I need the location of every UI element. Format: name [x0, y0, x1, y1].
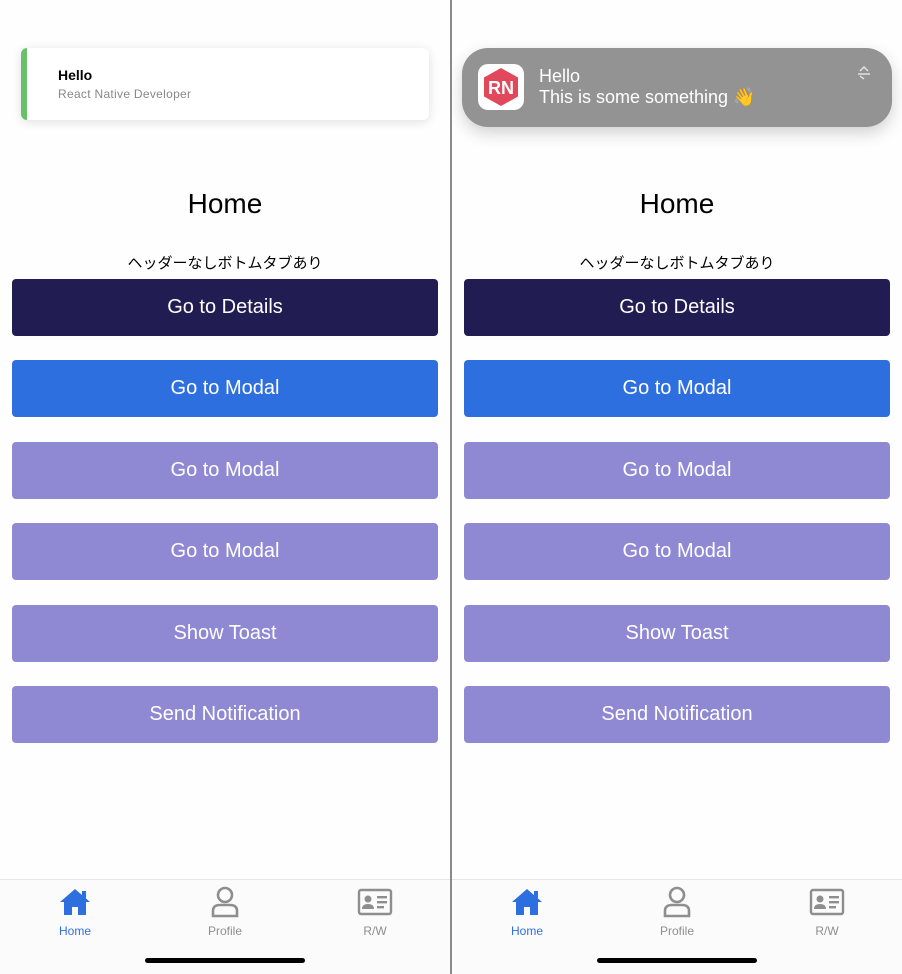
push-notification[interactable]: RN Hello This is some something 👋: [462, 48, 892, 127]
tab-home[interactable]: Home: [477, 886, 577, 944]
screens-comparison: Hello React Native Developer Home ヘッダーなし…: [0, 0, 902, 974]
page-title: Home: [187, 188, 263, 219]
notification-body: This is some something 👋: [539, 87, 756, 107]
tab-rw-label: R/W: [815, 924, 839, 938]
tab-profile-label: Profile: [207, 924, 242, 938]
react-native-app-icon: RN: [478, 64, 524, 110]
go-to-modal-button[interactable]: Go to Modal: [12, 360, 438, 417]
tab-profile[interactable]: Profile: [627, 886, 727, 944]
home-indicator[interactable]: [597, 958, 757, 963]
go-to-modal-button-3[interactable]: Go to Modal: [12, 523, 438, 580]
home-icon: [60, 889, 90, 915]
expand-icon[interactable]: [856, 66, 872, 80]
send-notification-button[interactable]: Send Notification: [12, 686, 438, 743]
tab-home[interactable]: Home: [25, 886, 125, 944]
tab-rw[interactable]: R/W: [325, 886, 425, 944]
right-screen: RN Hello This is some something 👋 Home ヘ…: [452, 0, 902, 974]
go-to-details-button[interactable]: Go to Details: [12, 279, 438, 336]
tab-home-label: Home: [58, 924, 91, 938]
go-to-modal-button-3[interactable]: Go to Modal: [464, 523, 890, 580]
page-title: Home: [639, 188, 715, 219]
toast-accent-bar: [21, 48, 27, 120]
tab-profile[interactable]: Profile: [175, 886, 275, 944]
home-indicator[interactable]: [145, 958, 305, 963]
home-icon: [512, 889, 542, 915]
go-to-modal-button-2[interactable]: Go to Modal: [12, 442, 438, 499]
page-subtitle: ヘッダーなしボトムタブあり: [127, 255, 323, 272]
left-screen: Hello React Native Developer Home ヘッダーなし…: [0, 0, 450, 974]
app-icon-text: RN: [488, 78, 514, 98]
tab-profile-label: Profile: [659, 924, 694, 938]
show-toast-button[interactable]: Show Toast: [12, 605, 438, 662]
toast-title: Hello: [58, 67, 93, 83]
id-card-icon: [809, 888, 845, 916]
send-notification-button[interactable]: Send Notification: [464, 686, 890, 743]
toast[interactable]: Hello React Native Developer: [21, 48, 429, 120]
notification-title: Hello: [539, 66, 581, 86]
go-to-modal-button[interactable]: Go to Modal: [464, 360, 890, 417]
toast-subtitle: React Native Developer: [58, 87, 192, 101]
show-toast-button[interactable]: Show Toast: [464, 605, 890, 662]
tab-rw-label: R/W: [363, 924, 387, 938]
go-to-details-button[interactable]: Go to Details: [464, 279, 890, 336]
tab-home-label: Home: [510, 924, 543, 938]
profile-icon: [663, 886, 691, 918]
page-subtitle: ヘッダーなしボトムタブあり: [579, 255, 775, 272]
go-to-modal-button-2[interactable]: Go to Modal: [464, 442, 890, 499]
id-card-icon: [357, 888, 393, 916]
tab-rw[interactable]: R/W: [777, 886, 877, 944]
profile-icon: [211, 886, 239, 918]
